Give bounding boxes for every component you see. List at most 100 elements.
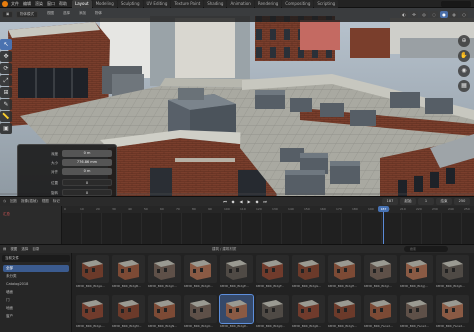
transform-icon[interactable]: ⊞ — [0, 87, 12, 98]
menu-edit[interactable]: 编辑 — [23, 1, 31, 7]
catalog-item[interactable]: 墙面 — [3, 289, 69, 296]
menu-catalog[interactable]: 目录 — [32, 246, 39, 252]
asset-tile[interactable]: KB3D_BRK_BldgE... — [220, 255, 253, 291]
menu-add[interactable]: 添加 — [76, 11, 89, 18]
asset-tile[interactable]: KB3D_BRK_Facad... — [436, 295, 469, 331]
catalog-item[interactable]: 未分类 — [3, 273, 69, 280]
menu-view[interactable]: 视图 — [44, 11, 57, 18]
cursor-icon[interactable]: ↖ — [0, 39, 12, 50]
tab-animation[interactable]: Animation — [227, 0, 254, 8]
asset-tile[interactable]: KB3D_BRK_BldgH... — [328, 255, 361, 291]
current-frame-field[interactable]: 187 — [382, 198, 398, 205]
rendered-shading-icon[interactable]: ○ — [460, 11, 468, 18]
asset-tile[interactable]: KB3D_BRK_BldgI... — [364, 255, 397, 291]
overlay-icon[interactable]: ◎ — [420, 11, 428, 18]
blender-logo-icon[interactable] — [2, 1, 8, 7]
menu-playback[interactable]: 回放 — [10, 198, 17, 205]
catalog-item[interactable]: 地面 — [3, 305, 69, 312]
asset-tile[interactable]: KB3D_BRK_BldgJ... — [400, 255, 433, 291]
playhead[interactable]: 187 — [378, 206, 389, 245]
wireframe-shading-icon[interactable]: ◌ — [430, 11, 438, 18]
menu-help[interactable]: 帮助 — [59, 1, 67, 7]
op-field[interactable]: 0 — [62, 179, 112, 186]
asset-tile[interactable]: KB3D_BRK_BldgL... — [76, 295, 109, 331]
jump-start-icon[interactable]: ⏮ — [222, 198, 228, 205]
catalog-item[interactable]: 全部 — [3, 265, 69, 272]
asset-tile[interactable]: KB3D_BRK_BldgS... — [328, 295, 361, 331]
jump-end-icon[interactable]: ⏭ — [262, 198, 268, 205]
menu-select[interactable]: 选择 — [60, 11, 73, 18]
op-field[interactable]: 0 m — [62, 150, 112, 157]
menu-object[interactable]: 物体 — [92, 11, 105, 18]
solid-shading-icon[interactable]: ● — [440, 11, 448, 18]
asset-tile[interactable]: KB3D_BRK_BldgR... — [292, 295, 325, 331]
prev-key-icon[interactable]: ◆ — [230, 198, 236, 205]
menu-view[interactable]: 视图 — [10, 246, 17, 252]
catalog-item[interactable]: 窗户 — [3, 313, 69, 320]
asset-tile[interactable]: KB3D_BRK_BldgD... — [184, 255, 217, 291]
editor-type-icon[interactable]: ▤ — [3, 246, 6, 252]
camera-icon[interactable]: ◉ — [458, 65, 470, 77]
tab-modeling[interactable]: Modeling — [92, 0, 117, 8]
playhead-frame[interactable]: 187 — [378, 206, 389, 212]
asset-tile[interactable]: KB3D_BRK_BldgM... — [112, 295, 145, 331]
mode-dropdown[interactable]: 物体模式 — [16, 11, 38, 18]
asset-tile[interactable]: KB3D_BRK_BldgK... — [436, 255, 469, 291]
visibility-icon[interactable]: ◐ — [400, 11, 408, 18]
asset-tile[interactable]: KB3D_BRK_BldgA... — [76, 255, 109, 291]
menu-file[interactable]: 文件 — [11, 1, 19, 7]
summary-channel[interactable]: 汇总 — [3, 212, 10, 217]
op-field[interactable]: 776.86 mm — [62, 159, 112, 166]
asset-tile[interactable]: KB3D_BRK_Facad... — [364, 295, 397, 331]
menu-render[interactable]: 渲染 — [35, 1, 43, 7]
search-input[interactable]: 搜索 — [404, 246, 448, 252]
play-icon[interactable]: ▶ — [246, 198, 252, 205]
zoom-icon[interactable]: ⊕ — [458, 35, 470, 47]
asset-tile[interactable]: KB3D_BRK_BldgF... — [256, 255, 289, 291]
timeline-track-area[interactable] — [62, 213, 474, 245]
end-frame-field[interactable]: 250 — [454, 198, 470, 205]
play-reverse-icon[interactable]: ◀ — [238, 198, 244, 205]
rotate-icon[interactable]: ⟳ — [0, 63, 12, 74]
tab-texture-paint[interactable]: Texture Paint — [171, 0, 204, 8]
tab-compositing[interactable]: Compositing — [282, 0, 314, 8]
asset-tile[interactable]: KB3D_BRK_BldgN... — [148, 295, 181, 331]
grid-view-icon[interactable]: ▦ — [458, 80, 470, 92]
gizmo-icon[interactable]: ✣ — [410, 11, 418, 18]
tab-layout[interactable]: Layout — [72, 0, 92, 8]
add-cube-icon[interactable]: ▣ — [0, 123, 12, 134]
3d-viewport[interactable]: ↖ ✥ ⟳ ⤢ ⊞ ✎ 📏 ▣ ⊕ ✋ ◉ ▦ 深度 0 m 大小 776.86… — [0, 8, 474, 196]
asset-tile[interactable]: KB3D_BRK_BldgP... — [219, 294, 254, 331]
asset-tile[interactable]: KB3D_BRK_BldgC... — [148, 255, 181, 291]
library-dropdown[interactable]: 当前文件 — [2, 255, 70, 262]
catalog-item[interactable]: 门 — [3, 297, 69, 304]
asset-tile[interactable]: KB3D_BRK_BldgG... — [292, 255, 325, 291]
tab-rendering[interactable]: Rendering — [254, 0, 282, 8]
tab-shading[interactable]: Shading — [204, 0, 227, 8]
editor-type-icon[interactable]: ◷ — [3, 198, 6, 205]
menu-marker[interactable]: 标记 — [53, 198, 60, 205]
pan-hand-icon[interactable]: ✋ — [458, 50, 470, 62]
start-frame-field[interactable]: 1 — [418, 198, 434, 205]
scene-selector[interactable] — [441, 1, 471, 7]
asset-tile[interactable]: KB3D_BRK_BldgQ... — [256, 295, 289, 331]
menu-window[interactable]: 窗口 — [47, 1, 55, 7]
tab-sculpting[interactable]: Sculpting — [117, 0, 143, 8]
asset-tile[interactable]: KB3D_BRK_Facad... — [400, 295, 433, 331]
menu-view[interactable]: 视图 — [42, 198, 49, 205]
next-key-icon[interactable]: ◆ — [254, 198, 260, 205]
material-shading-icon[interactable]: ◍ — [450, 11, 458, 18]
asset-tile[interactable]: KB3D_BRK_BldgB... — [112, 255, 145, 291]
menu-select[interactable]: 选择 — [21, 246, 28, 252]
catalog-item[interactable]: Catalog2018 — [3, 281, 69, 288]
editor-type-icon[interactable]: ▣ — [2, 11, 14, 18]
tab-scripting[interactable]: Scripting — [314, 0, 339, 8]
move-icon[interactable]: ✥ — [0, 51, 12, 62]
op-field[interactable]: 0 — [62, 189, 112, 196]
menu-keying[interactable]: 抠像(插帧) — [21, 198, 38, 205]
asset-tile[interactable]: KB3D_BRK_BldgO... — [184, 295, 217, 331]
annotate-icon[interactable]: ✎ — [0, 99, 12, 110]
measure-icon[interactable]: 📏 — [0, 111, 12, 122]
op-field[interactable]: 0 m — [62, 168, 112, 175]
tab-uv-editing[interactable]: UV Editing — [143, 0, 171, 8]
